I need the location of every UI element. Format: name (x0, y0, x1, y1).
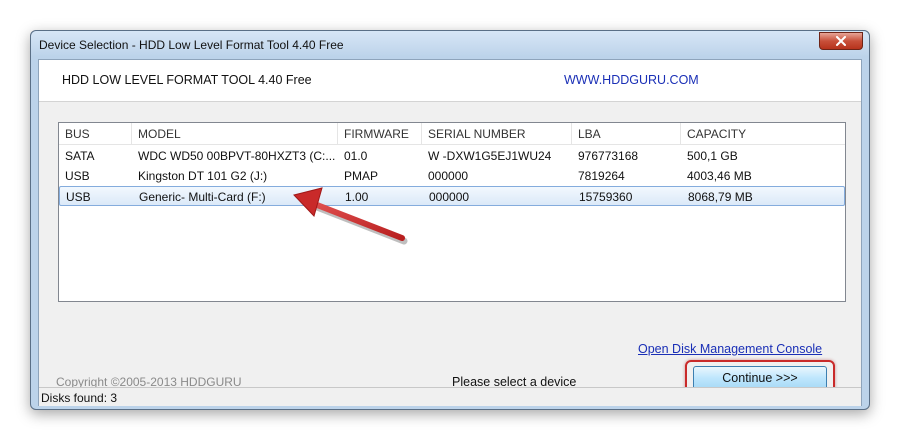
cell-serial-number: W -DXW1G5EJ1WU24 (428, 149, 552, 163)
open-disk-management-link[interactable]: Open Disk Management Console (638, 342, 822, 356)
device-list-header: BUS MODEL FIRMWARE SERIAL NUMBER LBA CAP… (59, 123, 845, 145)
website-link[interactable]: WWW.HDDGURU.COM (564, 73, 699, 87)
cell-model: Generic- Multi-Card (F:) (139, 190, 266, 204)
app-header: HDD LOW LEVEL FORMAT TOOL 4.40 Free WWW.… (39, 60, 861, 102)
column-header-firmware[interactable]: FIRMWARE (338, 123, 422, 145)
app-name: HDD LOW LEVEL FORMAT TOOL 4.40 Free (62, 73, 312, 87)
cell-firmware: 01.0 (344, 149, 368, 163)
cell-bus: SATA (65, 149, 95, 163)
cell-serial-number: 000000 (429, 190, 470, 204)
cell-lba: 15759360 (579, 190, 633, 204)
device-row[interactable]: USB Kingston DT 101 G2 (J:) PMAP 000000 … (59, 166, 845, 186)
close-icon (836, 36, 846, 46)
title-bar[interactable]: Device Selection - HDD Low Level Format … (31, 31, 869, 57)
disks-found-count: Disks found: 3 (41, 391, 118, 405)
column-header-serial-number[interactable]: SERIAL NUMBER (422, 123, 572, 145)
column-header-model[interactable]: MODEL (132, 123, 338, 145)
cell-model: Kingston DT 101 G2 (J:) (138, 169, 268, 183)
cell-capacity: 8068,79 MB (688, 190, 753, 204)
device-selection-window: Device Selection - HDD Low Level Format … (30, 30, 870, 410)
status-bar: Disks found: 3 (39, 387, 861, 406)
device-row[interactable]: SATA WDC WD50 00BPVT-80HXZT3 (C:... 01.0… (59, 146, 845, 166)
cell-lba: 976773168 (578, 149, 639, 163)
cell-firmware: PMAP (344, 169, 379, 183)
cell-bus: USB (65, 169, 90, 183)
column-header-lba[interactable]: LBA (572, 123, 681, 145)
client-area: HDD LOW LEVEL FORMAT TOOL 4.40 Free WWW.… (38, 59, 862, 406)
cell-capacity: 4003,46 MB (687, 169, 752, 183)
cell-lba: 7819264 (578, 169, 625, 183)
device-row-selected[interactable]: USB Generic- Multi-Card (F:) 1.00 000000… (59, 186, 845, 206)
cell-serial-number: 000000 (428, 169, 469, 183)
cell-model: WDC WD50 00BPVT-80HXZT3 (C:... (138, 149, 336, 163)
close-button[interactable] (819, 32, 863, 50)
column-header-capacity[interactable]: CAPACITY (681, 123, 845, 145)
column-header-bus[interactable]: BUS (59, 123, 132, 145)
window-title: Device Selection - HDD Low Level Format … (39, 38, 344, 52)
cell-capacity: 500,1 GB (687, 149, 738, 163)
device-list[interactable]: BUS MODEL FIRMWARE SERIAL NUMBER LBA CAP… (58, 122, 846, 302)
cell-firmware: 1.00 (345, 190, 369, 204)
cell-bus: USB (66, 190, 91, 204)
